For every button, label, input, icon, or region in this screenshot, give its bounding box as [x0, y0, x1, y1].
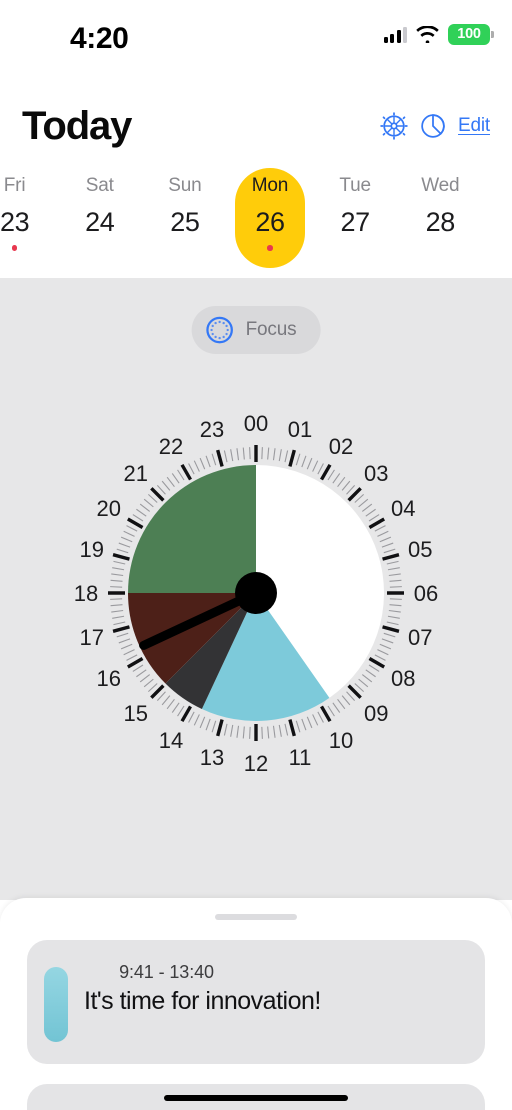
clock-area: Focus 00 01 02 03 04 05 06 07 08 09 10 11 12 13 14 15 16… [0, 278, 512, 900]
dial-hour-label: 18 [74, 581, 98, 606]
date-cell-tue[interactable]: Tue 27 [313, 168, 398, 268]
date-dow: Fri [3, 175, 26, 196]
dial-center-hub [235, 572, 277, 614]
date-dow: Sat [85, 175, 114, 196]
dial-hour-label: 20 [97, 496, 121, 521]
dial-hour-label: 15 [124, 701, 148, 726]
dial-hour-label: 12 [244, 751, 268, 776]
dial-hour-label: 16 [97, 666, 121, 691]
date-dow: Mon [251, 175, 289, 196]
date-event-dot [11, 245, 18, 251]
edit-link[interactable]: Edit [458, 115, 490, 137]
dial-hour-label: 11 [289, 745, 312, 770]
date-num: 26 [255, 207, 285, 237]
date-event-dot [267, 245, 273, 251]
events-sheet: 9:41 - 13:40 It's time for innovation! [0, 898, 512, 1110]
dial-hour-label: 10 [329, 728, 353, 753]
event-card[interactable]: 9:41 - 13:40 It's time for innovation! [27, 940, 485, 1064]
wifi-icon [416, 26, 439, 43]
event-time-range: 9:41 - 13:40 [119, 962, 214, 982]
dial-hour-label: 09 [364, 701, 388, 726]
date-cell-mon-selected[interactable]: Mon 26 [227, 168, 312, 268]
gear-icon[interactable] [380, 112, 408, 140]
dial-hour-label: 00 [244, 411, 268, 436]
date-dow: Tue [339, 175, 371, 196]
dial-hour-label: 21 [124, 461, 148, 486]
battery-indicator: 100 [448, 24, 494, 45]
date-cell-thu[interactable]: Th 29 [483, 168, 512, 268]
date-num: 24 [85, 207, 115, 237]
date-track[interactable]: Fri 23 Sat 24 Sun 25 Mon 26 Tue 27 Wed 2… [0, 168, 512, 278]
battery-level: 100 [457, 26, 481, 43]
dial-hour-label: 23 [200, 417, 224, 442]
focus-ring-icon [206, 316, 233, 344]
date-num: 27 [340, 207, 371, 237]
event-accent-bar [44, 967, 68, 1042]
date-cell-wed[interactable]: Wed 28 [398, 168, 483, 268]
dial-hour-label: 04 [391, 496, 415, 521]
date-cell-sat[interactable]: Sat 24 [57, 168, 142, 268]
dial-hour-label: 17 [80, 625, 104, 650]
page-header: Today Edit [0, 92, 512, 160]
dial-hour-label: 13 [200, 745, 224, 770]
status-bar-time: 4:20 [70, 22, 129, 55]
app-root: 4:20 100 Today Edit Fri 23 Sat 24 Sun 25… [0, 0, 512, 1110]
dial-hour-label: 06 [414, 581, 438, 606]
date-strip: Fri 23 Sat 24 Sun 25 Mon 26 Tue 27 Wed 2… [0, 168, 512, 278]
date-dow: Wed [421, 175, 460, 196]
dial-hour-label: 01 [288, 417, 312, 442]
date-num: 28 [425, 207, 456, 237]
dial-hour-label: 22 [159, 434, 183, 459]
status-bar: 4:20 100 [0, 0, 512, 66]
page-title: Today [22, 103, 132, 148]
date-num: 23 [0, 207, 30, 237]
dial-hour-label: 14 [159, 728, 183, 753]
cellular-bars-icon [383, 26, 407, 43]
header-actions: Edit [380, 112, 490, 140]
dial-hour-label: 02 [329, 434, 353, 459]
focus-pill-button[interactable]: Focus [191, 306, 321, 354]
home-indicator[interactable] [164, 1095, 348, 1101]
status-bar-indicators: 100 [383, 24, 494, 45]
day-dial-chart[interactable]: 00 01 02 03 04 05 06 07 08 09 10 11 12 13 14 15 16 17 18 19… [56, 366, 456, 826]
date-cell-fri[interactable]: Fri 23 [0, 168, 57, 268]
event-title: It's time for innovation! [84, 987, 321, 1015]
dial-hour-label: 05 [408, 537, 432, 562]
date-cell-sun[interactable]: Sun 25 [142, 168, 227, 268]
sheet-drag-handle[interactable] [215, 914, 297, 920]
dial-hour-label: 07 [408, 625, 432, 650]
event-body: 9:41 - 13:40 It's time for innovation! [84, 962, 469, 1016]
day-dial-svg: 00 01 02 0304 05 06 07 0809 10 11 12 13 14 1516 17 18 19… [74, 411, 438, 776]
date-num: 25 [170, 207, 200, 237]
dial-hour-label: 03 [364, 461, 388, 486]
pie-chart-icon[interactable] [419, 112, 447, 140]
focus-label: Focus [245, 319, 297, 340]
dial-hour-label: 19 [80, 537, 104, 562]
date-dow: Sun [168, 175, 202, 196]
dial-hour-label: 08 [391, 666, 415, 691]
